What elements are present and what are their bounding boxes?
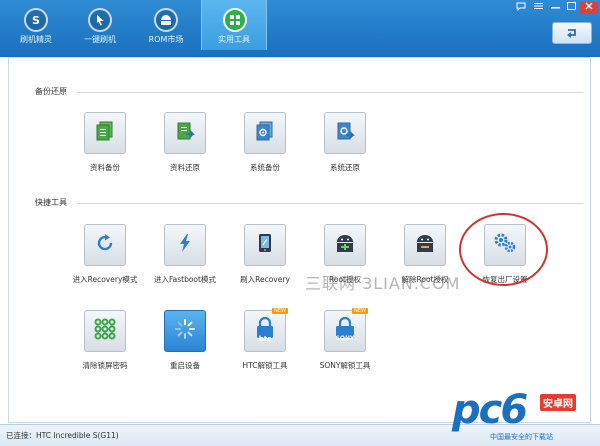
tool-flash-recovery[interactable]: 刷入Recovery: [225, 224, 305, 294]
htc-brand-text: htc: [258, 335, 272, 343]
system-backup-icon: [254, 120, 276, 146]
tool-label: 资料还原: [170, 163, 200, 172]
pattern-lock-icon: [93, 317, 117, 345]
divider: [77, 203, 583, 204]
minimize-icon[interactable]: [548, 2, 562, 14]
tool-htc-unlock[interactable]: NEW htc HTC解锁工具: [225, 308, 305, 380]
section-title-backup: 备份还原: [35, 87, 67, 96]
svg-text:S: S: [32, 14, 40, 27]
tool-data-restore[interactable]: 资料还原: [145, 112, 225, 182]
tool-sony-unlock[interactable]: NEW SONY SONY解锁工具: [305, 308, 385, 380]
close-icon[interactable]: [580, 2, 598, 14]
watermark-text: 三联网 3LIAN.COM: [305, 274, 461, 293]
loading-icon: [174, 318, 196, 344]
android-icon: [154, 8, 178, 32]
brand-logo: pc6: [452, 387, 528, 433]
tool-label: 恢复出厂设置: [482, 275, 528, 284]
site-brand: pc6 安卓网 中国最安全的下载站: [452, 388, 600, 446]
tool-system-backup[interactable]: 系统备份: [225, 112, 305, 182]
android-minus-icon: [413, 232, 437, 258]
tab-flash-wizard[interactable]: S 刷机精灵: [6, 0, 66, 50]
arrow-cursor-icon: [88, 8, 112, 32]
section-title-quick-tools: 快捷工具: [35, 198, 67, 207]
new-badge: NEW: [352, 308, 368, 314]
connection-status: 已连接：HTC Incredible S(G11): [6, 431, 119, 440]
return-arrow-icon: [565, 24, 579, 43]
tool-label: 重启设备: [170, 361, 200, 370]
divider: [77, 92, 583, 93]
new-badge: NEW: [272, 308, 288, 314]
brand-name: 安卓网: [540, 394, 576, 411]
brand-slogan: 中国最安全的下载站: [490, 433, 553, 441]
tool-factory-reset[interactable]: 恢复出厂设置: [465, 224, 545, 294]
refresh-icon: [94, 232, 116, 258]
tool-system-restore[interactable]: 系统还原: [305, 112, 385, 182]
tool-label: 系统备份: [250, 163, 280, 172]
menu-icon[interactable]: [531, 2, 545, 14]
system-restore-icon: [334, 120, 356, 146]
data-backup-icon: [94, 120, 116, 146]
tab-one-click-flash[interactable]: 一键刷机: [70, 0, 130, 50]
top-bar: S 刷机精灵 一键刷机 ROM市场 实用工具: [0, 0, 600, 57]
tab-label: 实用工具: [218, 35, 250, 44]
tool-enter-fastboot[interactable]: 进入Fastboot模式: [145, 224, 225, 294]
logo-s-icon: S: [24, 8, 48, 32]
grid-tools-icon: [223, 8, 247, 32]
maximize-icon[interactable]: [564, 2, 578, 14]
tab-label: 刷机精灵: [20, 35, 52, 44]
tool-enter-recovery[interactable]: 进入Recovery模式: [65, 224, 145, 294]
tab-label: ROM市场: [148, 35, 184, 44]
tool-label: SONY解锁工具: [319, 361, 371, 370]
tool-clear-lock-password[interactable]: 清除锁屏密码: [65, 310, 145, 380]
tablet-icon: [254, 232, 276, 258]
tool-label: 系统还原: [330, 163, 360, 172]
tool-label: 清除锁屏密码: [82, 361, 128, 370]
utilities-panel: 备份还原 资料备份 资料还原 系统备份 系统还原 快捷工具 进入Recovery…: [8, 57, 591, 423]
gears-icon: [492, 231, 518, 259]
tab-label: 一键刷机: [84, 35, 116, 44]
tool-reboot-device[interactable]: 重启设备: [145, 310, 225, 380]
tab-utilities[interactable]: 实用工具: [201, 0, 267, 50]
comment-icon[interactable]: [514, 2, 528, 14]
lightning-icon: [174, 232, 196, 258]
tool-data-backup[interactable]: 资料备份: [65, 112, 145, 182]
android-plus-icon: [333, 232, 357, 258]
tab-rom-market[interactable]: ROM市场: [136, 0, 196, 50]
data-restore-icon: [174, 120, 196, 146]
tool-label: 资料备份: [90, 163, 120, 172]
tool-label: 进入Recovery模式: [72, 275, 138, 284]
tool-label: 进入Fastboot模式: [154, 275, 216, 284]
tool-label: 刷入Recovery: [240, 275, 290, 284]
sony-brand-text: SONY: [335, 335, 355, 342]
refresh-device-button[interactable]: [552, 22, 592, 44]
tool-label: HTC解锁工具: [242, 361, 288, 370]
